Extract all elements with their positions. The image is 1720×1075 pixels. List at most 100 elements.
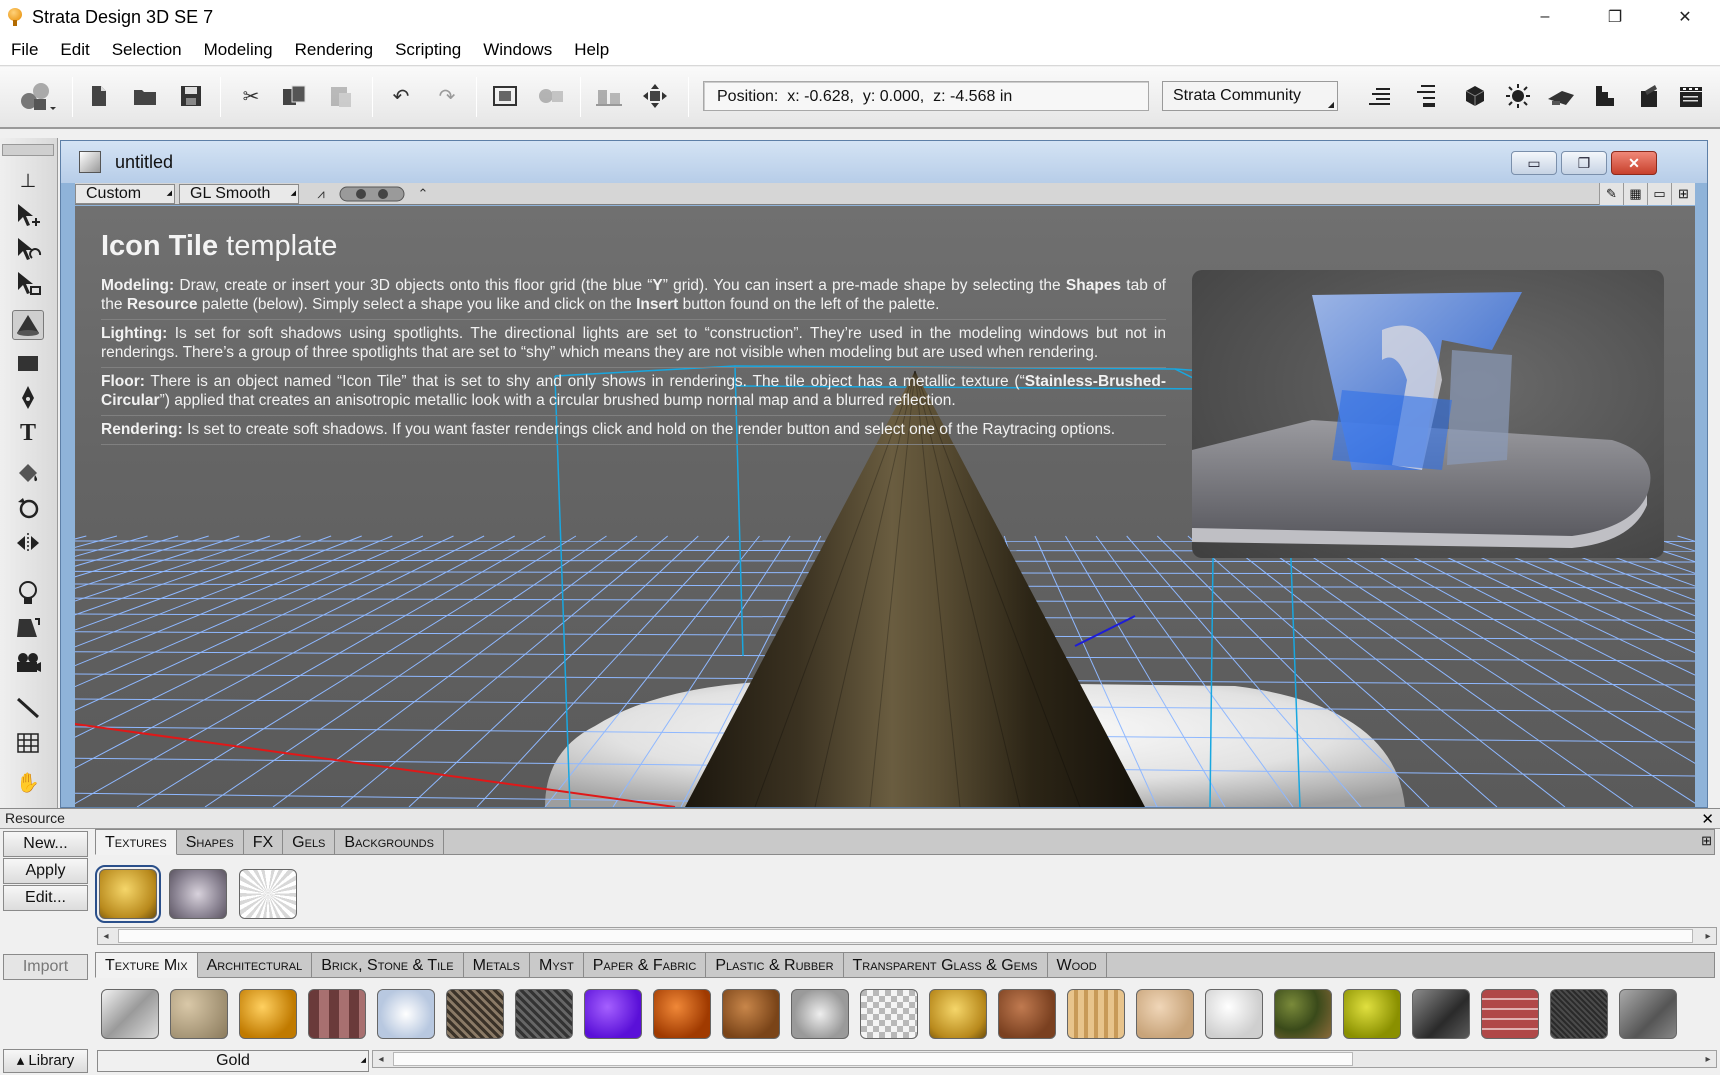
texture-swatch-gold[interactable] bbox=[95, 865, 161, 923]
sun-light-icon[interactable] bbox=[1503, 81, 1533, 111]
library-tab-metals[interactable]: Metals bbox=[463, 952, 530, 978]
resource-close-icon[interactable]: ✕ bbox=[1701, 810, 1714, 829]
copy-icon[interactable] bbox=[280, 81, 310, 111]
view-navigator-icon[interactable] bbox=[337, 184, 407, 204]
doc-minimize-button[interactable]: ▭ bbox=[1511, 151, 1557, 175]
hand-tool-icon[interactable]: ✋ bbox=[12, 768, 44, 798]
library-tab-paper-fabric[interactable]: Paper & Fabric bbox=[583, 952, 707, 978]
palette-grip[interactable] bbox=[2, 144, 54, 156]
grid-tool-icon[interactable] bbox=[12, 728, 44, 758]
paint-bucket-tool-icon[interactable] bbox=[12, 458, 44, 488]
3d-viewport[interactable]: Icon Tile template Modeling: Draw, creat… bbox=[75, 206, 1695, 807]
hammer-tool-icon[interactable]: ⊥ bbox=[12, 166, 44, 196]
import-button[interactable]: Import bbox=[3, 954, 88, 980]
move-tool-icon[interactable] bbox=[12, 200, 44, 230]
library-swatch-cork[interactable] bbox=[722, 989, 780, 1039]
library-scroll-thumb[interactable] bbox=[393, 1052, 1353, 1066]
grid-view-icon[interactable]: ▦ bbox=[1623, 183, 1647, 205]
group-icon[interactable] bbox=[536, 81, 566, 111]
selected-texture-name[interactable]: Gold bbox=[97, 1050, 369, 1072]
menu-edit[interactable]: Edit bbox=[49, 40, 100, 60]
library-tab-myst[interactable]: Myst bbox=[529, 952, 584, 978]
pen-tool-icon[interactable] bbox=[12, 383, 44, 413]
tab-gels[interactable]: Gels bbox=[283, 829, 336, 855]
library-swatch-chrome[interactable] bbox=[101, 989, 159, 1039]
shape-tool-icon[interactable] bbox=[12, 493, 44, 523]
rotate-tool-icon[interactable] bbox=[12, 234, 44, 264]
transform-icon[interactable] bbox=[640, 81, 670, 111]
library-tab-texture-mix[interactable]: Texture Mix bbox=[95, 952, 198, 978]
spotlight-tool-icon[interactable] bbox=[12, 613, 44, 643]
library-button[interactable]: ▴ Library bbox=[3, 1049, 88, 1073]
library-tab-architectural[interactable]: Architectural bbox=[197, 952, 313, 978]
clapper-icon[interactable] bbox=[1676, 81, 1706, 111]
edit-button[interactable]: Edit... bbox=[3, 885, 88, 911]
view-mode-dropdown[interactable]: Custom bbox=[75, 184, 175, 204]
primitives-icon[interactable] bbox=[14, 81, 58, 111]
library-swatch-hammered[interactable] bbox=[791, 989, 849, 1039]
library-swatch-orange[interactable] bbox=[653, 989, 711, 1039]
library-swatch-dark-metal[interactable] bbox=[1412, 989, 1470, 1039]
library-scroll-right-icon[interactable]: ▸ bbox=[1700, 1051, 1716, 1067]
mirror-tool-icon[interactable] bbox=[12, 528, 44, 558]
tab-shapes[interactable]: Shapes bbox=[176, 829, 244, 855]
doc-close-button[interactable]: ✕ bbox=[1611, 151, 1657, 175]
add-view-icon[interactable]: ⊞ bbox=[1671, 183, 1695, 205]
menu-modeling[interactable]: Modeling bbox=[193, 40, 284, 60]
library-swatch-purple[interactable] bbox=[584, 989, 642, 1039]
undo-icon[interactable]: ↶ bbox=[386, 81, 416, 111]
restore-button[interactable]: ❐ bbox=[1580, 0, 1650, 34]
frame-object-icon[interactable] bbox=[490, 81, 520, 111]
profile-dropdown[interactable]: Strata Community bbox=[1162, 81, 1338, 111]
library-swatch-gray-metal[interactable] bbox=[1619, 989, 1677, 1039]
cube-icon[interactable] bbox=[1460, 81, 1490, 111]
library-swatch-wood[interactable] bbox=[1067, 989, 1125, 1039]
render-mode-dropdown[interactable]: GL Smooth bbox=[179, 184, 299, 204]
scale-tool-icon[interactable] bbox=[12, 268, 44, 298]
tab-fx[interactable]: FX bbox=[243, 829, 284, 855]
resource-header[interactable]: Resource ✕ bbox=[0, 809, 1720, 829]
redo-icon[interactable]: ↷ bbox=[432, 81, 462, 111]
tab-backgrounds[interactable]: Backgrounds bbox=[335, 829, 444, 855]
library-swatch-stone[interactable] bbox=[170, 989, 228, 1039]
close-button[interactable]: ✕ bbox=[1650, 0, 1720, 34]
stairs-icon[interactable] bbox=[1590, 81, 1620, 111]
library-swatch-dark-weave[interactable] bbox=[1550, 989, 1608, 1039]
library-swatch-dark-mesh[interactable] bbox=[515, 989, 573, 1039]
document-titlebar[interactable]: untitled ▭ ❐ ✕ bbox=[61, 141, 1707, 183]
library-swatch-checker[interactable] bbox=[860, 989, 918, 1039]
rectangle-tool-icon[interactable] bbox=[12, 348, 44, 378]
tab-textures[interactable]: Textures bbox=[95, 829, 177, 855]
light-bulb-tool-icon[interactable] bbox=[12, 578, 44, 608]
align-left-lines-icon[interactable] bbox=[1364, 81, 1394, 111]
menu-file[interactable]: File bbox=[0, 40, 49, 60]
paste-icon[interactable] bbox=[326, 81, 356, 111]
open-folder-icon[interactable] bbox=[130, 81, 160, 111]
apply-button[interactable]: Apply bbox=[3, 858, 88, 884]
line-tool-icon[interactable] bbox=[12, 693, 44, 723]
library-swatch-camo[interactable] bbox=[1274, 989, 1332, 1039]
camera-tilt-icon[interactable]: ⩘ bbox=[307, 184, 335, 204]
texture-swatch-brushed-metal[interactable] bbox=[169, 869, 227, 919]
scroll-right-icon[interactable]: ▸ bbox=[1700, 928, 1716, 944]
library-scroll-left-icon[interactable]: ◂ bbox=[373, 1051, 389, 1067]
library-tab-wood[interactable]: Wood bbox=[1047, 952, 1107, 978]
library-swatch-lime[interactable] bbox=[1343, 989, 1401, 1039]
library-swatch-tan[interactable] bbox=[1136, 989, 1194, 1039]
doc-restore-button[interactable]: ❐ bbox=[1561, 151, 1607, 175]
new-button[interactable]: New... bbox=[3, 831, 88, 857]
window-split-icon[interactable]: ▭ bbox=[1647, 183, 1671, 205]
menu-scripting[interactable]: Scripting bbox=[384, 40, 472, 60]
library-tab-plastic-rubber[interactable]: Plastic & Rubber bbox=[706, 952, 844, 978]
library-tab-brick-stone-tile[interactable]: Brick, Stone & Tile bbox=[312, 952, 464, 978]
library-swatch-red-brick[interactable] bbox=[1481, 989, 1539, 1039]
library-swatch-gold[interactable] bbox=[929, 989, 987, 1039]
camera-tool-icon[interactable] bbox=[12, 648, 44, 678]
scroll-left-icon[interactable]: ◂ bbox=[98, 928, 114, 944]
cut-icon[interactable]: ✂ bbox=[236, 81, 266, 111]
pen-view-icon[interactable]: ✎ bbox=[1599, 183, 1623, 205]
script-icon[interactable] bbox=[1634, 81, 1664, 111]
new-file-icon[interactable] bbox=[84, 81, 114, 111]
menu-rendering[interactable]: Rendering bbox=[284, 40, 384, 60]
view-up-icon[interactable]: ⌃ bbox=[411, 184, 435, 204]
